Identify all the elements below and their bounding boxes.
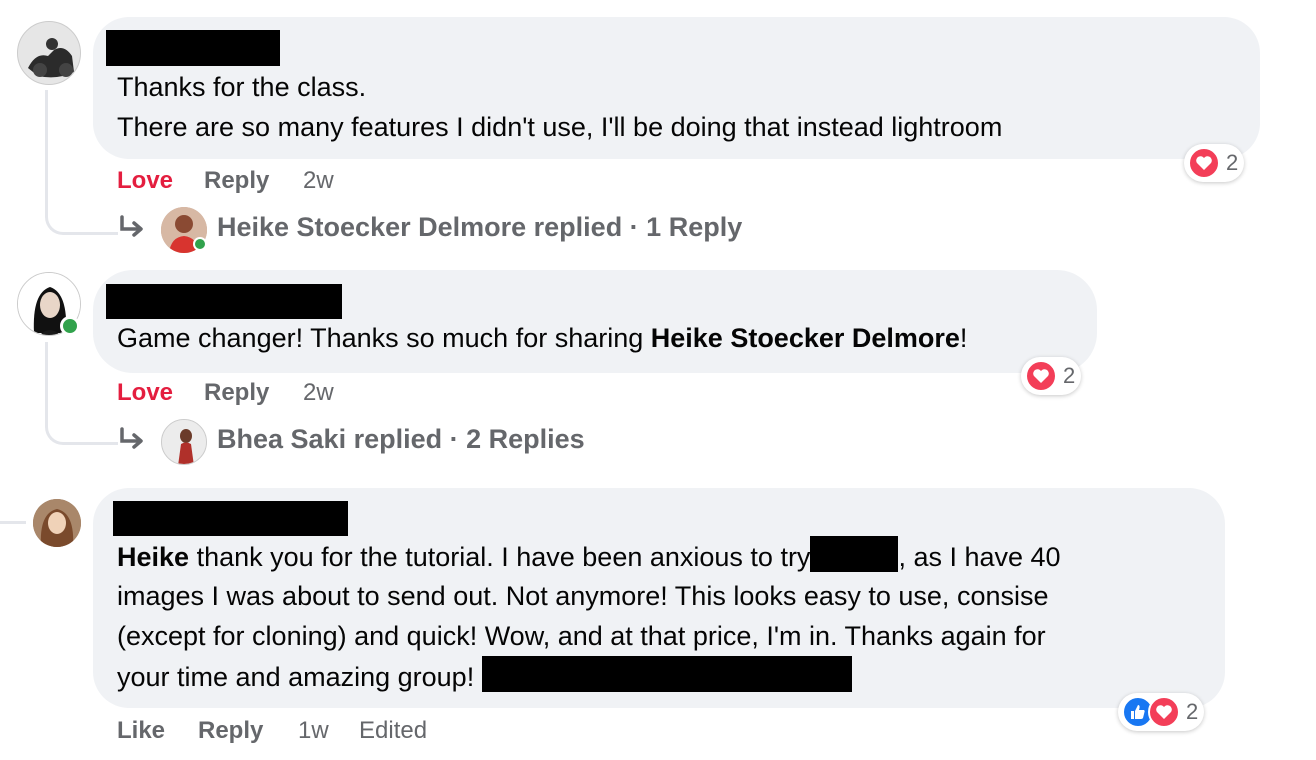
comment-text: Game changer! Thanks so much for sharing… — [117, 323, 968, 353]
timestamp[interactable]: 1w — [298, 717, 329, 745]
reaction-summary[interactable]: 2 — [1118, 693, 1205, 731]
mention-link[interactable]: Heike Stoecker Delmore — [651, 323, 960, 353]
edited-label[interactable]: Edited — [359, 717, 427, 745]
avatar-image — [33, 499, 81, 547]
redacted-author-name — [106, 30, 280, 66]
reaction-count: 2 — [1226, 150, 1239, 175]
comment-actions: Like Reply 1w Edited — [117, 717, 617, 747]
redacted-text — [481, 656, 852, 692]
love-reaction-button[interactable]: Love — [117, 167, 173, 195]
heart-icon — [1148, 696, 1180, 728]
avatar[interactable] — [17, 21, 81, 85]
redacted-author-name — [113, 501, 348, 536]
redacted-text — [810, 536, 899, 572]
online-status-indicator — [60, 316, 80, 336]
comment-actions: Love Reply 2w — [117, 167, 517, 197]
like-button[interactable]: Like — [117, 717, 165, 745]
reply-button[interactable]: Reply — [204, 379, 269, 407]
replies-summary: Heike Stoecker Delmore replied · 1 Reply — [217, 212, 743, 242]
comment-text-line: Thanks for the class. — [117, 72, 367, 102]
comment-text-line: There are so many features I didn't use,… — [117, 112, 1003, 142]
reaction-count: 2 — [1063, 363, 1076, 388]
view-replies-link[interactable]: Bhea Saki replied · 2 Replies — [217, 424, 585, 455]
online-status-indicator — [193, 237, 207, 251]
reaction-count: 2 — [1186, 699, 1199, 724]
reaction-summary[interactable]: 2 — [1021, 357, 1082, 395]
thread-connector — [0, 521, 26, 524]
view-replies-link[interactable]: Heike Stoecker Delmore replied · 1 Reply — [217, 212, 742, 243]
comment-actions: Love Reply 2w — [117, 379, 517, 409]
reply-arrow-icon — [120, 215, 143, 237]
heart-icon — [1025, 360, 1057, 392]
reply-arrow-icon — [120, 427, 143, 449]
replier-avatar[interactable] — [161, 419, 207, 465]
comment-text-line: images I was about to send out. Not anym… — [117, 581, 1049, 611]
comment-text-line: Heike thank you for the tutorial. I have… — [117, 536, 1061, 577]
timestamp[interactable]: 2w — [303, 167, 334, 195]
reply-button[interactable]: Reply — [204, 167, 269, 195]
avatar-image — [18, 22, 80, 84]
comment-text-line: (except for cloning) and quick! Wow, and… — [117, 621, 1046, 651]
replies-summary: Bhea Saki replied · 2 Replies — [217, 424, 585, 454]
reply-button[interactable]: Reply — [198, 717, 263, 745]
timestamp[interactable]: 2w — [303, 379, 334, 407]
love-reaction-button[interactable]: Love — [117, 379, 173, 407]
heart-icon — [1188, 147, 1220, 179]
comment-text-line: your time and amazing group! — [117, 656, 852, 697]
reaction-summary[interactable]: 2 — [1184, 144, 1245, 182]
mention-link[interactable]: Heike — [117, 542, 189, 572]
redacted-author-name — [106, 284, 342, 319]
avatar[interactable] — [33, 499, 81, 547]
